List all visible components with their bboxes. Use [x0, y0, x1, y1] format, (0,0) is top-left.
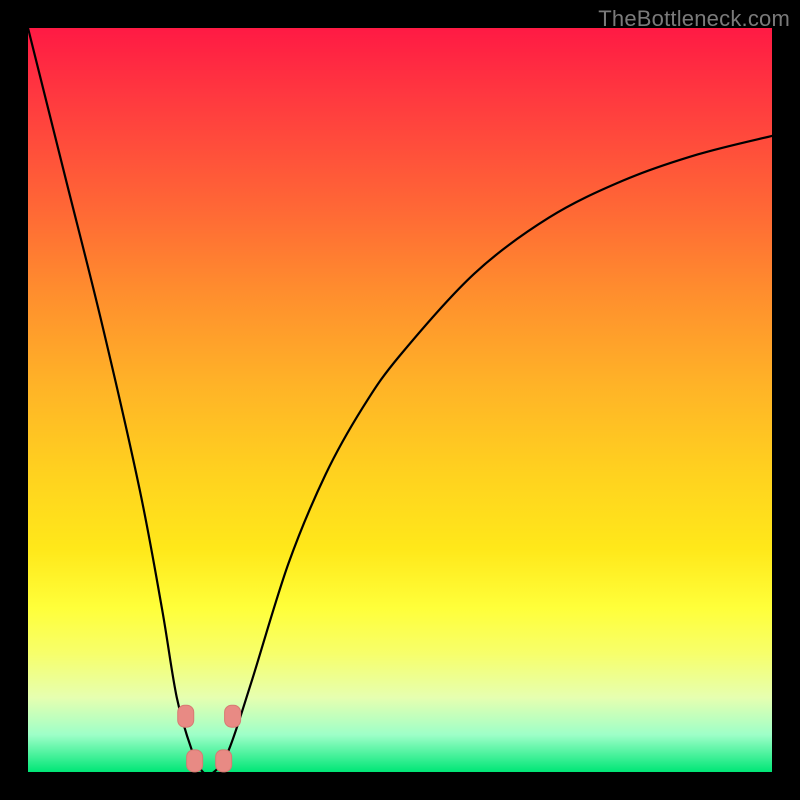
curve-marker: [178, 705, 194, 727]
curve-marker: [225, 705, 241, 727]
curve-marker: [187, 750, 203, 772]
plot-area: [28, 28, 772, 772]
curve-marker: [216, 750, 232, 772]
watermark-text: TheBottleneck.com: [598, 6, 790, 32]
curve-line: [28, 28, 772, 775]
bottleneck-curve: [28, 28, 772, 772]
